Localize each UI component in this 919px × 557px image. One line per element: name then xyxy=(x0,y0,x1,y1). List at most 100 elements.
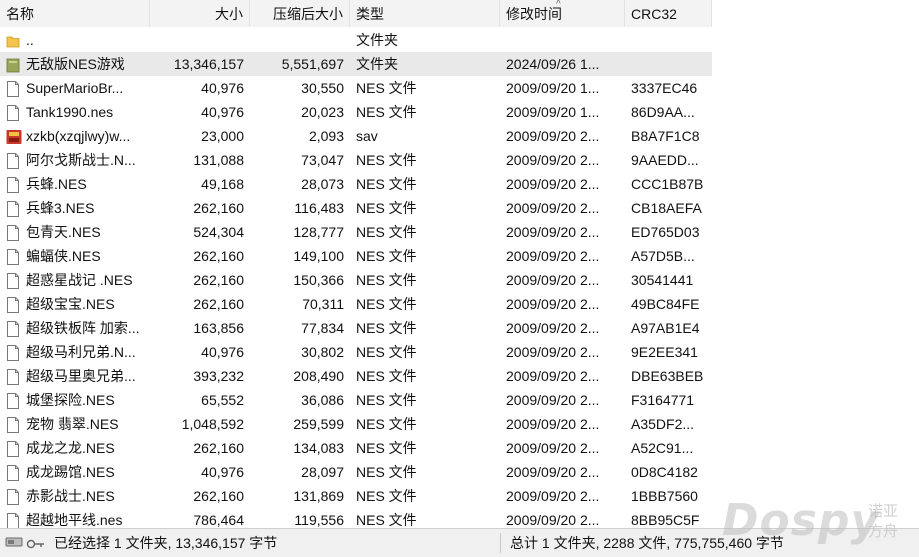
file-row[interactable]: 超级宝宝.NES 262,160 70,311 NES 文件 2009/09/20 2.… xyxy=(0,292,712,316)
file-type: NES 文件 xyxy=(356,368,417,384)
file-crc: A57D5B... xyxy=(631,248,695,264)
file-row[interactable]: 兵蜂3.NES 262,160 116,483 NES 文件 2009/09/20 2.… xyxy=(0,196,712,220)
header-type[interactable]: 类型 xyxy=(350,0,500,27)
file-name: 宠物 翡翠.NES xyxy=(26,416,119,432)
file-icon xyxy=(6,512,20,528)
file-type: NES 文件 xyxy=(356,392,417,408)
file-icon xyxy=(6,416,20,433)
file-crc: 3337EC46 xyxy=(631,80,698,96)
file-icon xyxy=(6,344,20,361)
file-icon xyxy=(6,248,20,265)
file-row[interactable]: 超级马利兄弟.N... 40,976 30,802 NES 文件 2009/09/20 … xyxy=(0,340,712,364)
header-modified[interactable]: 修改时间 ^ xyxy=(500,0,625,27)
file-type: NES 文件 xyxy=(356,512,417,528)
file-icon xyxy=(6,200,20,217)
file-crc: 1BBB7560 xyxy=(631,488,698,504)
file-modified: 2009/09/20 2... xyxy=(506,176,600,192)
file-size: 40,976 xyxy=(201,344,244,360)
file-modified: 2009/09/20 2... xyxy=(506,368,600,384)
file-modified: 2009/09/20 2... xyxy=(506,440,600,456)
file-row[interactable]: Tank1990.nes 40,976 20,023 NES 文件 2009/09/20… xyxy=(0,100,712,124)
file-icon xyxy=(6,104,20,121)
sav-icon xyxy=(6,128,22,144)
key-icon xyxy=(26,537,46,553)
file-size: 49,168 xyxy=(201,176,244,192)
file-type: NES 文件 xyxy=(356,176,417,192)
file-list[interactable]: .. 文件夹无敌版NES游戏 13,346,157 5,551,697 文件夹 2024/… xyxy=(0,28,919,528)
header-name[interactable]: 名称 xyxy=(0,0,150,27)
header-packed-size[interactable]: 压缩后大小 xyxy=(250,0,350,27)
file-row[interactable]: 城堡探险.NES 65,552 36,086 NES 文件 2009/09/20 2..… xyxy=(0,388,712,412)
file-type: 文件夹 xyxy=(356,32,398,48)
header-size[interactable]: 大小 xyxy=(150,0,250,27)
file-crc: 9AAEDD... xyxy=(631,152,699,168)
file-size: 262,160 xyxy=(193,272,244,288)
file-type: NES 文件 xyxy=(356,200,417,216)
file-row[interactable]: 超级马里奥兄弟... 393,232 208,490 NES 文件 2009/09/20… xyxy=(0,364,712,388)
file-packed-size: 5,551,697 xyxy=(281,56,344,72)
file-packed-size: 30,802 xyxy=(301,344,344,360)
file-name: 超惑星战记 .NES xyxy=(26,272,133,288)
file-crc: 49BC84FE xyxy=(631,296,700,312)
file-row[interactable]: 宠物 翡翠.NES 1,048,592 259,599 NES 文件 2009/09/2… xyxy=(0,412,712,436)
file-modified: 2024/09/26 1... xyxy=(506,56,600,72)
header-crc[interactable]: CRC32 xyxy=(625,0,712,27)
file-row[interactable]: 成龙之龙.NES 262,160 134,083 NES 文件 2009/09/20 2… xyxy=(0,436,712,460)
file-packed-size: 28,073 xyxy=(301,176,344,192)
file-icon xyxy=(6,440,20,457)
file-modified: 2009/09/20 2... xyxy=(506,488,600,504)
file-row[interactable]: .. 文件夹 xyxy=(0,28,712,52)
file-size: 524,304 xyxy=(193,224,244,240)
file-modified: 2009/09/20 2... xyxy=(506,464,600,480)
file-icon xyxy=(6,488,20,505)
file-packed-size: 134,083 xyxy=(293,440,344,456)
file-modified: 2009/09/20 2... xyxy=(506,392,600,408)
file-row[interactable]: 蝙蝠侠.NES 262,160 149,100 NES 文件 2009/09/20 2.… xyxy=(0,244,712,268)
file-row[interactable]: 无敌版NES游戏 13,346,157 5,551,697 文件夹 2024/09/26… xyxy=(0,52,712,76)
file-row[interactable]: xzkb(xzqjlwy)w... 23,000 2,093 sav 2009/09/2… xyxy=(0,124,712,148)
file-packed-size: 30,550 xyxy=(301,80,344,96)
file-name: 无敌版NES游戏 xyxy=(26,56,125,72)
file-type: NES 文件 xyxy=(356,488,417,504)
folder-up-icon xyxy=(6,32,20,48)
file-row[interactable]: 成龙踢馆.NES 40,976 28,097 NES 文件 2009/09/20 2..… xyxy=(0,460,712,484)
file-packed-size: 119,556 xyxy=(294,512,344,528)
file-packed-size: 128,777 xyxy=(293,224,344,240)
file-type: NES 文件 xyxy=(356,344,417,360)
file-crc: F3164771 xyxy=(631,392,695,408)
file-modified: 2009/09/20 2... xyxy=(506,200,600,216)
file-crc: A35DF2... xyxy=(631,416,695,432)
file-row[interactable]: 超越地平线.nes 786,464 119,556 NES 文件 2009/09/20 … xyxy=(0,508,712,528)
file-modified: 2009/09/20 1... xyxy=(506,80,600,96)
file-icon xyxy=(6,320,20,337)
status-total-text: 总计 1 文件夹, 2288 文件, 775,755,460 字节 xyxy=(510,535,784,551)
file-row[interactable]: 包青天.NES 524,304 128,777 NES 文件 2009/09/20 2.… xyxy=(0,220,712,244)
file-row[interactable]: 赤影战士.NES 262,160 131,869 NES 文件 2009/09/20 2… xyxy=(0,484,712,508)
file-size: 262,160 xyxy=(193,296,244,312)
file-packed-size: 2,093 xyxy=(308,128,344,144)
file-crc: CCC1B87B xyxy=(631,176,704,192)
file-row[interactable]: SuperMarioBr... 40,976 30,550 NES 文件 2009/09… xyxy=(0,76,712,100)
file-crc: ED765D03 xyxy=(631,224,700,240)
file-name: 成龙之龙.NES xyxy=(26,440,115,456)
file-row[interactable]: 超惑星战记 .NES 262,160 150,366 NES 文件 2009/09/20… xyxy=(0,268,712,292)
file-icon xyxy=(6,80,20,97)
file-crc: 30541441 xyxy=(631,272,694,288)
file-name: 超级马利兄弟.N... xyxy=(26,344,136,360)
header-modified-label: 修改时间 xyxy=(506,6,562,22)
file-name: .. xyxy=(26,32,34,48)
drive-icon xyxy=(5,535,25,552)
file-icon xyxy=(6,464,20,481)
file-crc: 86D9AA... xyxy=(631,104,695,120)
file-crc: CB18AEFA xyxy=(631,200,702,216)
file-row[interactable]: 兵蜂.NES 49,168 28,073 NES 文件 2009/09/20 2... C… xyxy=(0,172,712,196)
file-packed-size: 28,097 xyxy=(301,464,344,480)
status-selection-text: 已经选择 1 文件夹, 13,346,157 字节 xyxy=(54,535,278,551)
file-row[interactable]: 阿尔戈斯战士.N... 131,088 73,047 NES 文件 2009/09/20… xyxy=(0,148,712,172)
file-icon xyxy=(6,272,20,289)
file-size: 262,160 xyxy=(193,440,244,456)
file-size: 131,088 xyxy=(193,152,244,168)
file-row[interactable]: 超级铁板阵 加索... 163,856 77,834 NES 文件 2009/09/20… xyxy=(0,316,712,340)
file-size: 23,000 xyxy=(201,128,244,144)
file-type: NES 文件 xyxy=(356,152,417,168)
